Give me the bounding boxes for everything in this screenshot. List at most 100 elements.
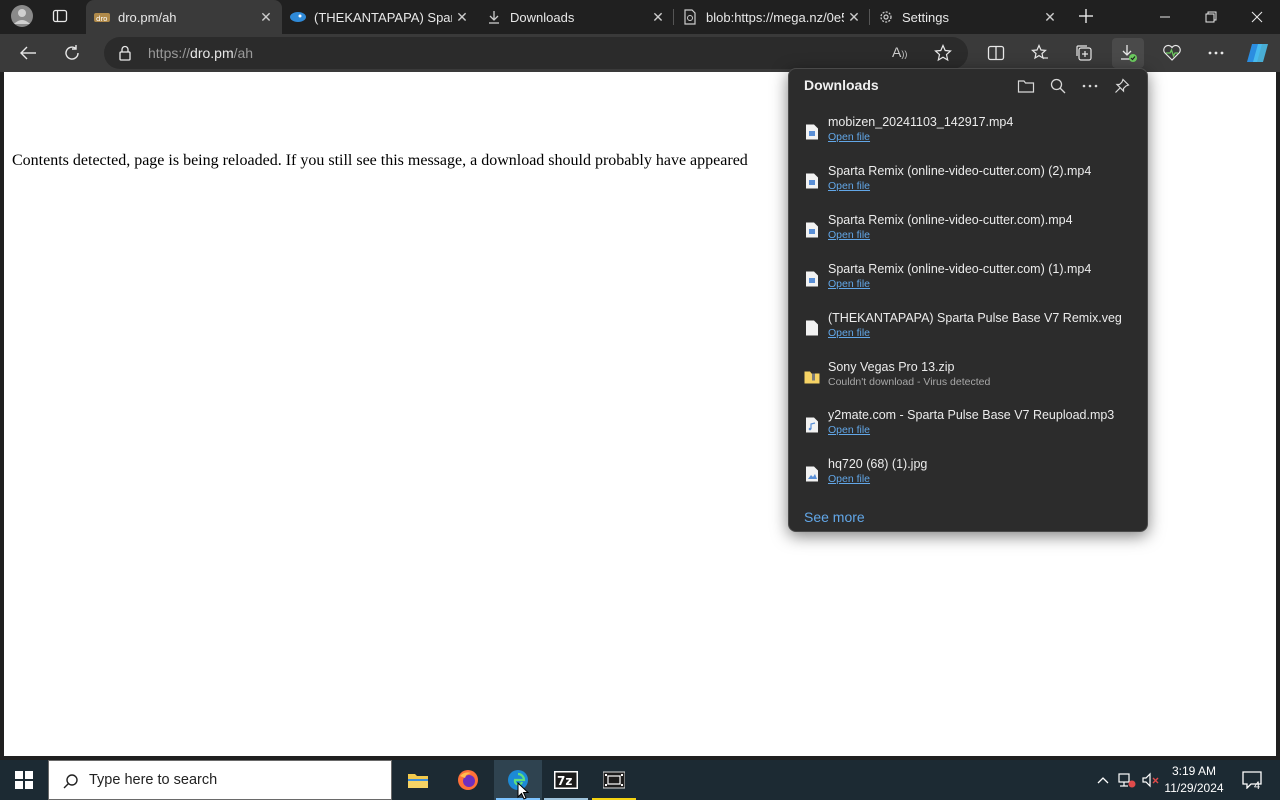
reload-message: Contents detected, page is being reloade… (12, 152, 748, 169)
download-item[interactable]: Sparta Remix (online-video-cutter.com) (… (789, 262, 1147, 310)
search-icon (63, 774, 78, 789)
favorites-button[interactable] (1024, 38, 1056, 68)
download-item[interactable]: (THEKANTAPAPA) Sparta Pulse Base V7 Remi… (789, 311, 1147, 359)
tab-title: blob:https://mega.nz/0e5 (706, 9, 844, 25)
tab-blob-mega[interactable]: blob:https://mega.nz/0e5 ✕ (674, 0, 870, 34)
close-tab-icon[interactable]: ✕ (844, 7, 864, 27)
tab-title: Downloads (510, 9, 575, 25)
search-icon (1050, 78, 1066, 94)
windows-logo-icon (15, 771, 33, 789)
svg-text:dro: dro (96, 15, 107, 23)
download-error-status: Couldn't download - Virus detected (828, 376, 991, 388)
download-filename: mobizen_20241103_142917.mp4 (828, 115, 1014, 129)
download-filename: Sparta Remix (online-video-cutter.com) (… (828, 262, 1092, 276)
download-item[interactable]: Sparta Remix (online-video-cutter.com) (… (789, 164, 1147, 212)
restore-icon (1205, 11, 1217, 23)
split-screen-button[interactable] (980, 38, 1012, 68)
open-file-link[interactable]: Open file (828, 473, 870, 485)
tab-settings[interactable]: Settings ✕ (870, 0, 1066, 34)
more-dots-icon (1082, 84, 1098, 88)
edge-taskbar-button[interactable] (494, 760, 542, 800)
search-downloads-button[interactable] (1045, 73, 1071, 99)
open-file-link[interactable]: Open file (828, 229, 870, 241)
favorite-star-icon[interactable] (934, 44, 952, 67)
taskbar-clock[interactable]: 3:19 AM 11/29/2024 (1160, 763, 1228, 797)
downloads-more-options-button[interactable] (1077, 73, 1103, 99)
address-bar[interactable]: https://dro.pm/ah A)) (104, 37, 968, 69)
download-item[interactable]: mobizen_20241103_142917.mp4 Open file (789, 115, 1147, 163)
network-disconnected-icon (1118, 773, 1136, 788)
back-button[interactable] (12, 38, 44, 68)
mouse-cursor-icon (517, 782, 529, 800)
firefox-taskbar-button[interactable] (444, 760, 492, 800)
film-strip-icon (603, 771, 625, 789)
pin-downloads-button[interactable] (1109, 73, 1135, 99)
navigation-toolbar: https://dro.pm/ah A)) (0, 34, 1280, 72)
audio-file-icon (806, 417, 818, 433)
open-file-link[interactable]: Open file (828, 131, 870, 143)
refresh-button[interactable] (56, 38, 88, 68)
open-file-link[interactable]: Open file (828, 424, 870, 436)
read-aloud-icon[interactable]: A)) (892, 44, 907, 60)
download-filename: Sparta Remix (online-video-cutter.com) (… (828, 164, 1092, 178)
browser-essentials-button[interactable] (1156, 38, 1188, 68)
downloads-panel-title: Downloads (804, 77, 879, 93)
url-path: /ah (233, 45, 254, 61)
downloads-button[interactable] (1112, 38, 1144, 68)
taskbar-search-box[interactable]: Type here to search (48, 760, 392, 800)
7zip-taskbar-button[interactable]: 7z (542, 760, 590, 800)
volume-button[interactable] (1140, 760, 1162, 800)
show-hidden-icons-button[interactable] (1094, 760, 1112, 800)
close-tab-icon[interactable]: ✕ (1040, 7, 1060, 27)
video-file-icon (806, 271, 818, 287)
close-tab-icon[interactable]: ✕ (256, 7, 276, 27)
video-file-icon (806, 173, 818, 189)
download-item[interactable]: y2mate.com - Sparta Pulse Base V7 Reuplo… (789, 408, 1147, 456)
minimize-icon (1160, 16, 1170, 18)
download-item[interactable]: Sparta Remix (online-video-cutter.com).m… (789, 213, 1147, 261)
7zip-icon: 7z (554, 771, 578, 789)
download-item[interactable]: hq720 (68) (1).jpg Open file (789, 457, 1147, 505)
clock-time: 3:19 AM (1171, 764, 1217, 778)
tab-bar: dro dro.pm/ah ✕ (THEKANTAPAPA) Sparta ✕ … (0, 0, 1280, 34)
notification-center-button[interactable]: 4 (1232, 760, 1272, 800)
settings-more-button[interactable] (1200, 38, 1232, 68)
minimize-button[interactable] (1142, 0, 1188, 34)
open-file-link[interactable]: Open file (828, 278, 870, 290)
close-window-button[interactable] (1234, 0, 1280, 34)
download-item-failed[interactable]: Sony Vegas Pro 13.zip Couldn't download … (789, 360, 1147, 408)
favorites-star-list-icon (1031, 44, 1048, 60)
downloads-panel: Downloads mobizen_20241103_142917.mp4 Op… (788, 68, 1148, 532)
tab-thekantapapa[interactable]: (THEKANTAPAPA) Sparta ✕ (282, 0, 478, 34)
profile-button[interactable] (6, 1, 38, 31)
tab-dro-pm[interactable]: dro dro.pm/ah ✕ (86, 0, 282, 34)
open-downloads-folder-button[interactable] (1013, 73, 1039, 99)
new-tab-button[interactable] (1070, 1, 1102, 31)
zip-folder-icon (804, 371, 820, 384)
gear-icon (878, 9, 894, 25)
restore-button[interactable] (1188, 0, 1234, 34)
collections-button[interactable] (1068, 38, 1100, 68)
download-filename: y2mate.com - Sparta Pulse Base V7 Reuplo… (828, 408, 1115, 422)
start-button[interactable] (0, 760, 48, 800)
download-filename: (THEKANTAPAPA) Sparta Pulse Base V7 Remi… (828, 311, 1122, 325)
image-file-icon (806, 466, 818, 482)
see-more-link[interactable]: See more (804, 509, 865, 525)
firefox-icon (458, 770, 478, 790)
folder-icon (1017, 80, 1035, 93)
download-filename: Sony Vegas Pro 13.zip (828, 360, 955, 374)
url-text[interactable]: https://dro.pm/ah (148, 45, 253, 61)
dro-pm-favicon-icon: dro (94, 9, 110, 25)
copilot-button[interactable] (1242, 38, 1274, 68)
network-status-button[interactable] (1116, 760, 1138, 800)
open-file-link[interactable]: Open file (828, 327, 870, 339)
tab-title: dro.pm/ah (118, 9, 177, 25)
video-editor-taskbar-button[interactable] (590, 760, 638, 800)
open-file-link[interactable]: Open file (828, 180, 870, 192)
file-explorer-taskbar-button[interactable] (394, 760, 442, 800)
tab-actions-button[interactable] (44, 1, 76, 31)
close-tab-icon[interactable]: ✕ (648, 7, 668, 27)
close-tab-icon[interactable]: ✕ (452, 7, 472, 27)
lock-icon[interactable] (118, 45, 132, 66)
tab-downloads[interactable]: Downloads ✕ (478, 0, 674, 34)
